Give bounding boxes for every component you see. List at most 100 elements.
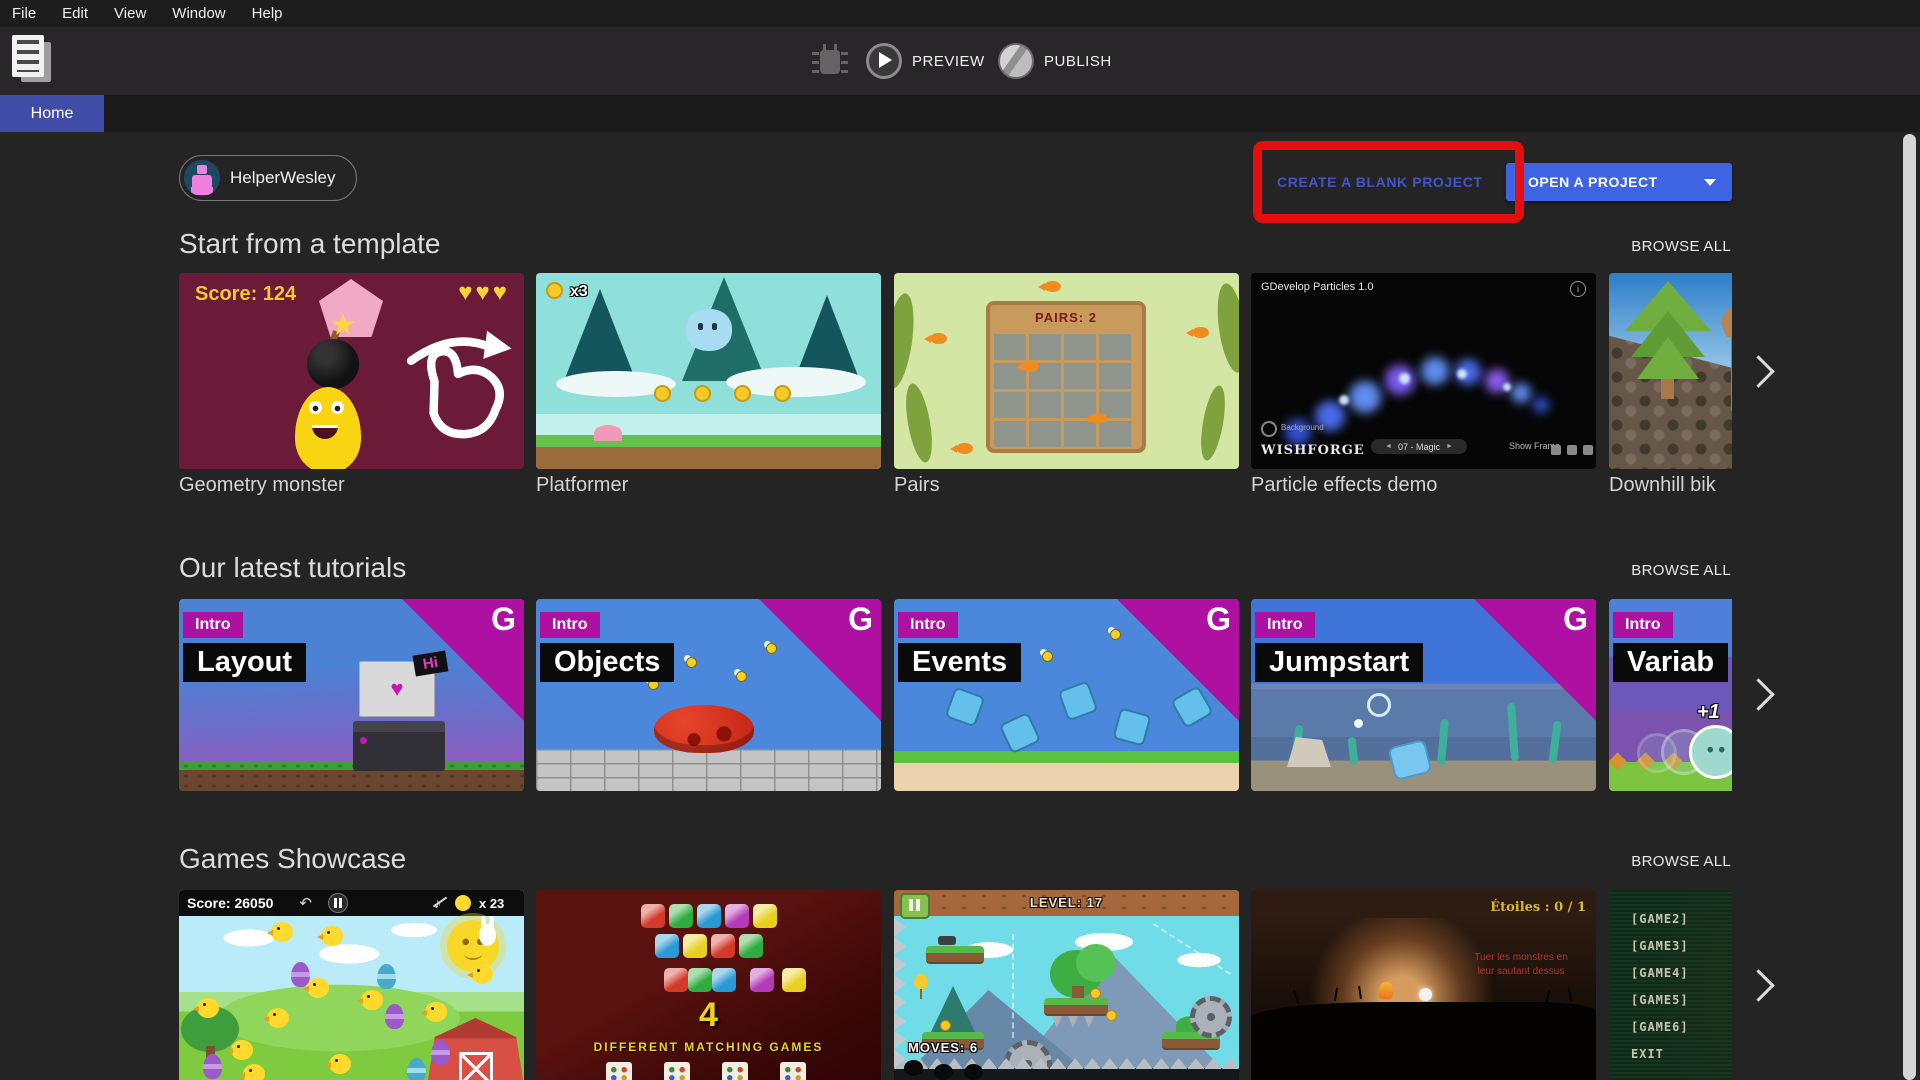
coin	[654, 385, 671, 402]
color-tile	[669, 904, 693, 928]
chick-sprite	[307, 978, 329, 998]
template-caption: Particle effects demo	[1251, 474, 1437, 497]
open-project-button[interactable]: OPEN A PROJECT	[1506, 163, 1732, 201]
grass-ground	[894, 751, 1239, 791]
moon-sprite	[1419, 988, 1432, 1001]
pairs-tile-grid	[994, 331, 1134, 447]
tutorials-row: ♥ Hi G Intro Layout G Intro Objects	[179, 599, 1732, 791]
easter-egg	[203, 1054, 222, 1079]
template-card-particles[interactable]: GDevelop Particles 1.0 i Background ◄ 07…	[1251, 273, 1596, 469]
arrow-right-icon: ►	[1446, 443, 1453, 450]
seaweed	[1213, 282, 1239, 375]
showcase-card-chicks[interactable]: Score: 26050 ↶ ♪ x 23	[179, 890, 524, 1080]
particle	[1533, 397, 1549, 413]
showcase-row: Score: 26050 ↶ ♪ x 23 4 D	[179, 890, 1732, 1080]
section-title-templates: Start from a template	[179, 228, 440, 260]
toolbar: PREVIEW PUBLISH	[0, 27, 1920, 95]
game-hud-bar: Score: 26050 ↶ ♪ x 23	[179, 890, 524, 916]
bubble-ring	[1367, 693, 1391, 717]
vertical-scrollbar[interactable]	[1903, 134, 1916, 1080]
menu-edit[interactable]: Edit	[62, 5, 88, 22]
tutorial-card-layout[interactable]: ♥ Hi G Intro Layout	[179, 599, 524, 791]
browse-all-tutorials[interactable]: BROWSE ALL	[1631, 562, 1731, 579]
social-icon	[1551, 445, 1561, 455]
scroll-right-templates[interactable]	[1742, 355, 1775, 388]
tab-home-label: Home	[31, 105, 74, 123]
tab-home[interactable]: Home	[0, 95, 104, 132]
tutorial-card-events[interactable]: G Intro Events	[894, 599, 1239, 791]
score-text: Score: 26050	[187, 895, 273, 911]
showcase-card-night[interactable]: Étoiles : 0 / 1 Tuer les monstres en leu…	[1251, 890, 1596, 1080]
monster-eye	[309, 401, 322, 414]
social-icon	[1567, 445, 1577, 455]
cannon-sprite	[938, 936, 956, 945]
particle	[1349, 381, 1381, 413]
flipping-character	[1170, 685, 1214, 729]
browse-all-showcase[interactable]: BROWSE ALL	[1631, 853, 1731, 870]
ink-blob	[964, 1064, 983, 1080]
tutorial-title: Variab	[1613, 643, 1728, 682]
monster-eye	[331, 401, 344, 414]
coin	[940, 1020, 951, 1031]
grass-tuft	[1568, 988, 1573, 1001]
bee-sprite	[736, 671, 747, 682]
menu-help[interactable]: Help	[252, 5, 283, 22]
hint-text: leur sautant dessus	[1451, 966, 1591, 977]
tutorial-card-objects[interactable]: G Intro Objects	[536, 599, 881, 791]
scroll-right-showcase[interactable]	[1742, 969, 1775, 1002]
scroll-right-tutorials[interactable]	[1742, 678, 1775, 711]
user-profile-chip[interactable]: HelperWesley	[179, 155, 357, 201]
preview-button[interactable]: PREVIEW	[866, 41, 985, 81]
tutorial-card-variables[interactable]: +1 Intro Variab	[1609, 599, 1732, 791]
color-tile	[712, 968, 736, 992]
intro-badge: Intro	[1255, 612, 1315, 638]
flipping-character	[1057, 680, 1098, 721]
lava-pile	[654, 705, 754, 753]
menu-window[interactable]: Window	[172, 5, 225, 22]
tab-bar: Home	[0, 95, 1920, 132]
particle	[1421, 357, 1449, 385]
color-tile	[688, 968, 712, 992]
annotation-highlight-box	[1253, 141, 1524, 223]
avatar	[184, 160, 220, 196]
template-card-geometry-monster[interactable]: Score: 124 ♥♥♥	[179, 273, 524, 469]
objects-panel	[353, 721, 445, 771]
template-card-platformer[interactable]: x3	[536, 273, 881, 469]
fish-sprite	[930, 333, 947, 344]
easter-egg	[431, 1040, 450, 1065]
coin	[1090, 988, 1101, 999]
showcase-card-tiles[interactable]: 4 DIFFERENT MATCHING GAMES	[536, 890, 881, 1080]
tutorial-card-jumpstart[interactable]: G Intro Jumpstart	[1251, 599, 1596, 791]
music-off-icon: ♪	[434, 895, 441, 911]
menu-file[interactable]: File	[12, 5, 36, 22]
browse-all-templates[interactable]: BROWSE ALL	[1631, 238, 1731, 255]
chevron-down-icon[interactable]	[1704, 179, 1716, 186]
intro-badge: Intro	[183, 612, 243, 638]
coin	[694, 385, 711, 402]
menu-view[interactable]: View	[114, 5, 146, 22]
showcase-card-terminal[interactable]: [GAME2] [GAME3] [GAME4] [GAME5] [GAME6] …	[1609, 890, 1732, 1080]
background-toggle-icon	[1261, 421, 1277, 437]
project-manager-button[interactable]	[12, 35, 56, 87]
tutorial-title: Events	[898, 643, 1021, 682]
color-tile	[697, 904, 721, 928]
chick-sprite	[197, 998, 219, 1018]
terminal-line: [GAME4]	[1631, 966, 1689, 980]
debug-button[interactable]	[812, 44, 848, 78]
template-caption: Downhill bik	[1609, 474, 1716, 497]
social-icon	[1583, 445, 1593, 455]
seaweed	[1197, 384, 1230, 462]
showcase-card-platformer[interactable]: MOVES: 6 LEVEL: 17	[894, 890, 1239, 1080]
tutorial-title: Jumpstart	[1255, 643, 1423, 682]
template-card-pairs[interactable]: PAIRS: 2	[894, 273, 1239, 469]
platform	[1044, 998, 1108, 1016]
gdevelop-logo-icon: G	[1206, 601, 1231, 638]
number-label: 4	[536, 996, 881, 1035]
publish-button[interactable]: PUBLISH	[998, 41, 1112, 81]
easter-egg	[385, 1004, 404, 1029]
template-card-downhill[interactable]: G	[1609, 273, 1732, 469]
tutorial-title: Layout	[183, 643, 306, 682]
chick-count: x 23	[479, 896, 504, 911]
fish-sprite	[1044, 281, 1061, 292]
play-icon	[866, 43, 902, 79]
